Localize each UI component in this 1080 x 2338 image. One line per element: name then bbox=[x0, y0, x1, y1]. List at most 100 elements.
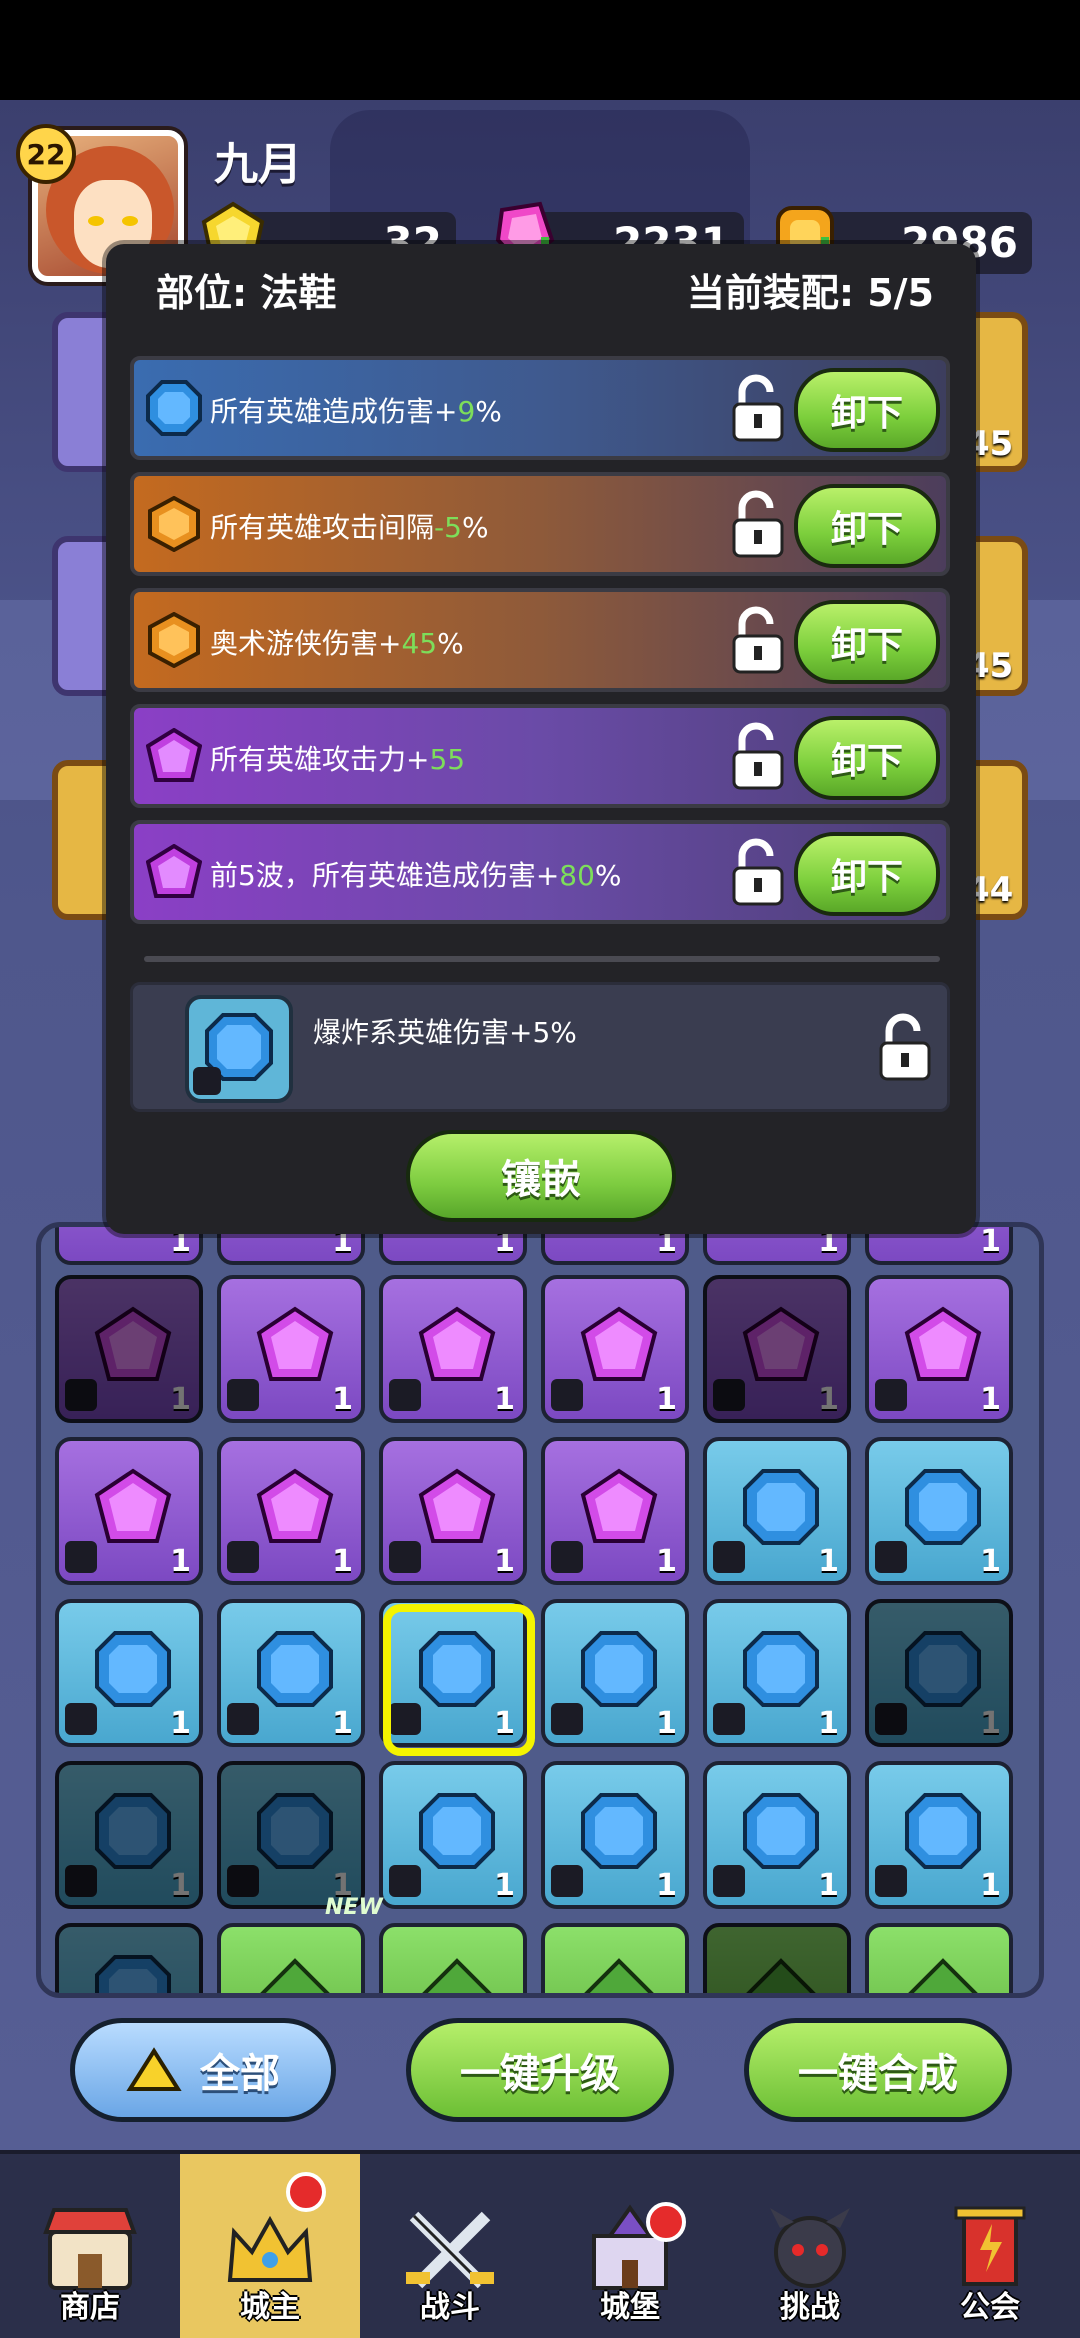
nav-item-crossed-swords[interactable]: 战斗 bbox=[360, 2154, 540, 2338]
gem-count: 1 bbox=[170, 1706, 191, 1741]
gem-count: 1 bbox=[656, 1382, 677, 1417]
equipped-gem-row[interactable]: 所有英雄攻击间隔-5% 卸下 bbox=[130, 472, 950, 576]
gem-tile[interactable]: 1 bbox=[55, 1923, 203, 1993]
gem-tile[interactable]: 1 bbox=[865, 1437, 1013, 1585]
nav-item-guild-banner[interactable]: 公会 bbox=[900, 2154, 1080, 2338]
nav-label: 公会 bbox=[960, 2290, 1020, 2325]
gem-tile[interactable]: 1 bbox=[55, 1761, 203, 1909]
gem-count: 1 bbox=[494, 1868, 515, 1903]
slot-type-icon bbox=[875, 1379, 907, 1411]
equipped-gem-row[interactable]: 所有英雄造成伤害+9% 卸下 bbox=[130, 356, 950, 460]
gem-tile[interactable]: 1 bbox=[217, 1437, 365, 1585]
equipped-gem-row[interactable]: 前5波，所有英雄造成伤害+80% 卸下 bbox=[130, 820, 950, 924]
gem-tile[interactable] bbox=[865, 1923, 1013, 1993]
slot-type-icon bbox=[713, 1541, 745, 1573]
equipped-gem-row[interactable]: 奥术游侠伤害+45% 卸下 bbox=[130, 588, 950, 692]
candidate-gem-tile bbox=[185, 995, 293, 1103]
unequip-button[interactable]: 卸下 bbox=[794, 368, 940, 452]
unlock-icon[interactable] bbox=[730, 606, 786, 676]
blue-gem-icon bbox=[419, 1793, 495, 1869]
gem-tile[interactable]: 1 bbox=[865, 1275, 1013, 1423]
blue-gem-icon bbox=[419, 1631, 495, 1707]
filter-all-button[interactable]: 全部 bbox=[70, 2018, 336, 2122]
gem-tile[interactable]: 1 bbox=[55, 1275, 203, 1423]
gem-effect-unit: % bbox=[437, 627, 464, 660]
gem-tile[interactable]: 1 bbox=[865, 1761, 1013, 1909]
green-gem-icon bbox=[584, 1958, 654, 1993]
gem-tile[interactable] bbox=[379, 1923, 527, 1993]
inlay-button[interactable]: 镶嵌 bbox=[406, 1130, 676, 1222]
purple-gem-icon bbox=[580, 1468, 658, 1543]
unlock-icon[interactable] bbox=[730, 374, 786, 444]
gem-tile[interactable]: 1 bbox=[541, 1275, 689, 1423]
orange-gem-icon bbox=[148, 496, 200, 552]
gem-tile[interactable]: 1 bbox=[541, 1437, 689, 1585]
unlock-icon[interactable] bbox=[730, 490, 786, 560]
slot-label: 部位: 法鞋 bbox=[156, 271, 337, 315]
gem-inventory-grid[interactable]: 1111111111111111111111111111111NEW bbox=[36, 1222, 1044, 1998]
unlock-icon[interactable] bbox=[730, 838, 786, 908]
gem-effect-value: 9 bbox=[457, 395, 476, 428]
gem-tile[interactable]: 1 bbox=[217, 1599, 365, 1747]
equipped-gem-row[interactable]: 所有英雄攻击力+55 卸下 bbox=[130, 704, 950, 808]
gem-tile[interactable]: 1 bbox=[55, 1437, 203, 1585]
avatar-eye-left bbox=[88, 216, 104, 226]
gem-tile[interactable]: 1 bbox=[703, 1275, 851, 1423]
gem-tile[interactable] bbox=[217, 1923, 365, 1993]
gem-tile[interactable]: 1 bbox=[379, 1437, 527, 1585]
notification-dot bbox=[286, 2172, 326, 2212]
gem-tile[interactable]: 1 bbox=[703, 1599, 851, 1747]
gem-tile[interactable] bbox=[703, 1923, 851, 1993]
slot-type-icon bbox=[713, 1703, 745, 1735]
unequip-button[interactable]: 卸下 bbox=[794, 832, 940, 916]
slot-type-icon bbox=[713, 1865, 745, 1897]
gem-tile[interactable]: 1 bbox=[55, 1599, 203, 1747]
unequip-button[interactable]: 卸下 bbox=[794, 600, 940, 684]
level-badge: 22 bbox=[16, 124, 76, 184]
gem-count: 1 bbox=[170, 1544, 191, 1579]
gem-tile[interactable]: 1 bbox=[865, 1599, 1013, 1747]
unequip-button[interactable]: 卸下 bbox=[794, 484, 940, 568]
gem-tile[interactable]: 1 bbox=[379, 1275, 527, 1423]
unequip-button[interactable]: 卸下 bbox=[794, 716, 940, 800]
blue-gem-icon bbox=[257, 1793, 333, 1869]
slot-type-icon bbox=[389, 1541, 421, 1573]
slot-type-icon bbox=[875, 1703, 907, 1735]
purple-gem-icon bbox=[742, 1306, 820, 1381]
purple-gem-icon bbox=[256, 1468, 334, 1543]
gem-count: 1 bbox=[494, 1382, 515, 1417]
gem-tile[interactable]: 1 bbox=[379, 1761, 527, 1909]
unlock-icon[interactable] bbox=[730, 722, 786, 792]
gem-tile[interactable]: 1 bbox=[217, 1761, 365, 1909]
gem-tile[interactable]: 1 bbox=[379, 1599, 527, 1747]
nav-item-castle[interactable]: 城堡 bbox=[540, 2154, 720, 2338]
equip-count: 当前装配: 5/5 bbox=[686, 271, 934, 315]
gem-tile[interactable] bbox=[541, 1923, 689, 1993]
gem-tile[interactable]: 1 bbox=[703, 1761, 851, 1909]
unlock-icon[interactable] bbox=[877, 1013, 933, 1083]
slot-type-icon bbox=[227, 1379, 259, 1411]
gem-effect-value: 45 bbox=[401, 627, 438, 660]
gem-tile[interactable]: 1 bbox=[217, 1275, 365, 1423]
gem-tile[interactable]: 1 bbox=[541, 1761, 689, 1909]
orange-gem-icon bbox=[148, 612, 200, 668]
nav-item-shop[interactable]: 商店 bbox=[0, 2154, 180, 2338]
nav-label: 城堡 bbox=[600, 2290, 660, 2325]
slot-type-icon bbox=[551, 1379, 583, 1411]
purple-gem-icon bbox=[418, 1468, 496, 1543]
gem-tile[interactable]: 1 bbox=[541, 1599, 689, 1747]
gem-count: 1 bbox=[332, 1382, 353, 1417]
blue-gem-icon bbox=[146, 380, 202, 436]
status-bar bbox=[0, 0, 1080, 100]
purple-gem-icon bbox=[904, 1306, 982, 1381]
one-click-merge-button[interactable]: 一键合成 bbox=[744, 2018, 1012, 2122]
gem-count: 1 bbox=[980, 1868, 1001, 1903]
gem-count: 1 bbox=[980, 1382, 1001, 1417]
one-click-upgrade-button[interactable]: 一键升级 bbox=[406, 2018, 674, 2122]
demon-icon bbox=[770, 2208, 850, 2288]
gem-tile[interactable]: 1 bbox=[703, 1437, 851, 1585]
nav-item-crown[interactable]: 城主 bbox=[180, 2154, 360, 2338]
slot-type-icon bbox=[65, 1865, 97, 1897]
nav-item-demon[interactable]: 挑战 bbox=[720, 2154, 900, 2338]
candidate-gem-row[interactable]: 爆炸系英雄伤害+5% bbox=[130, 982, 950, 1112]
